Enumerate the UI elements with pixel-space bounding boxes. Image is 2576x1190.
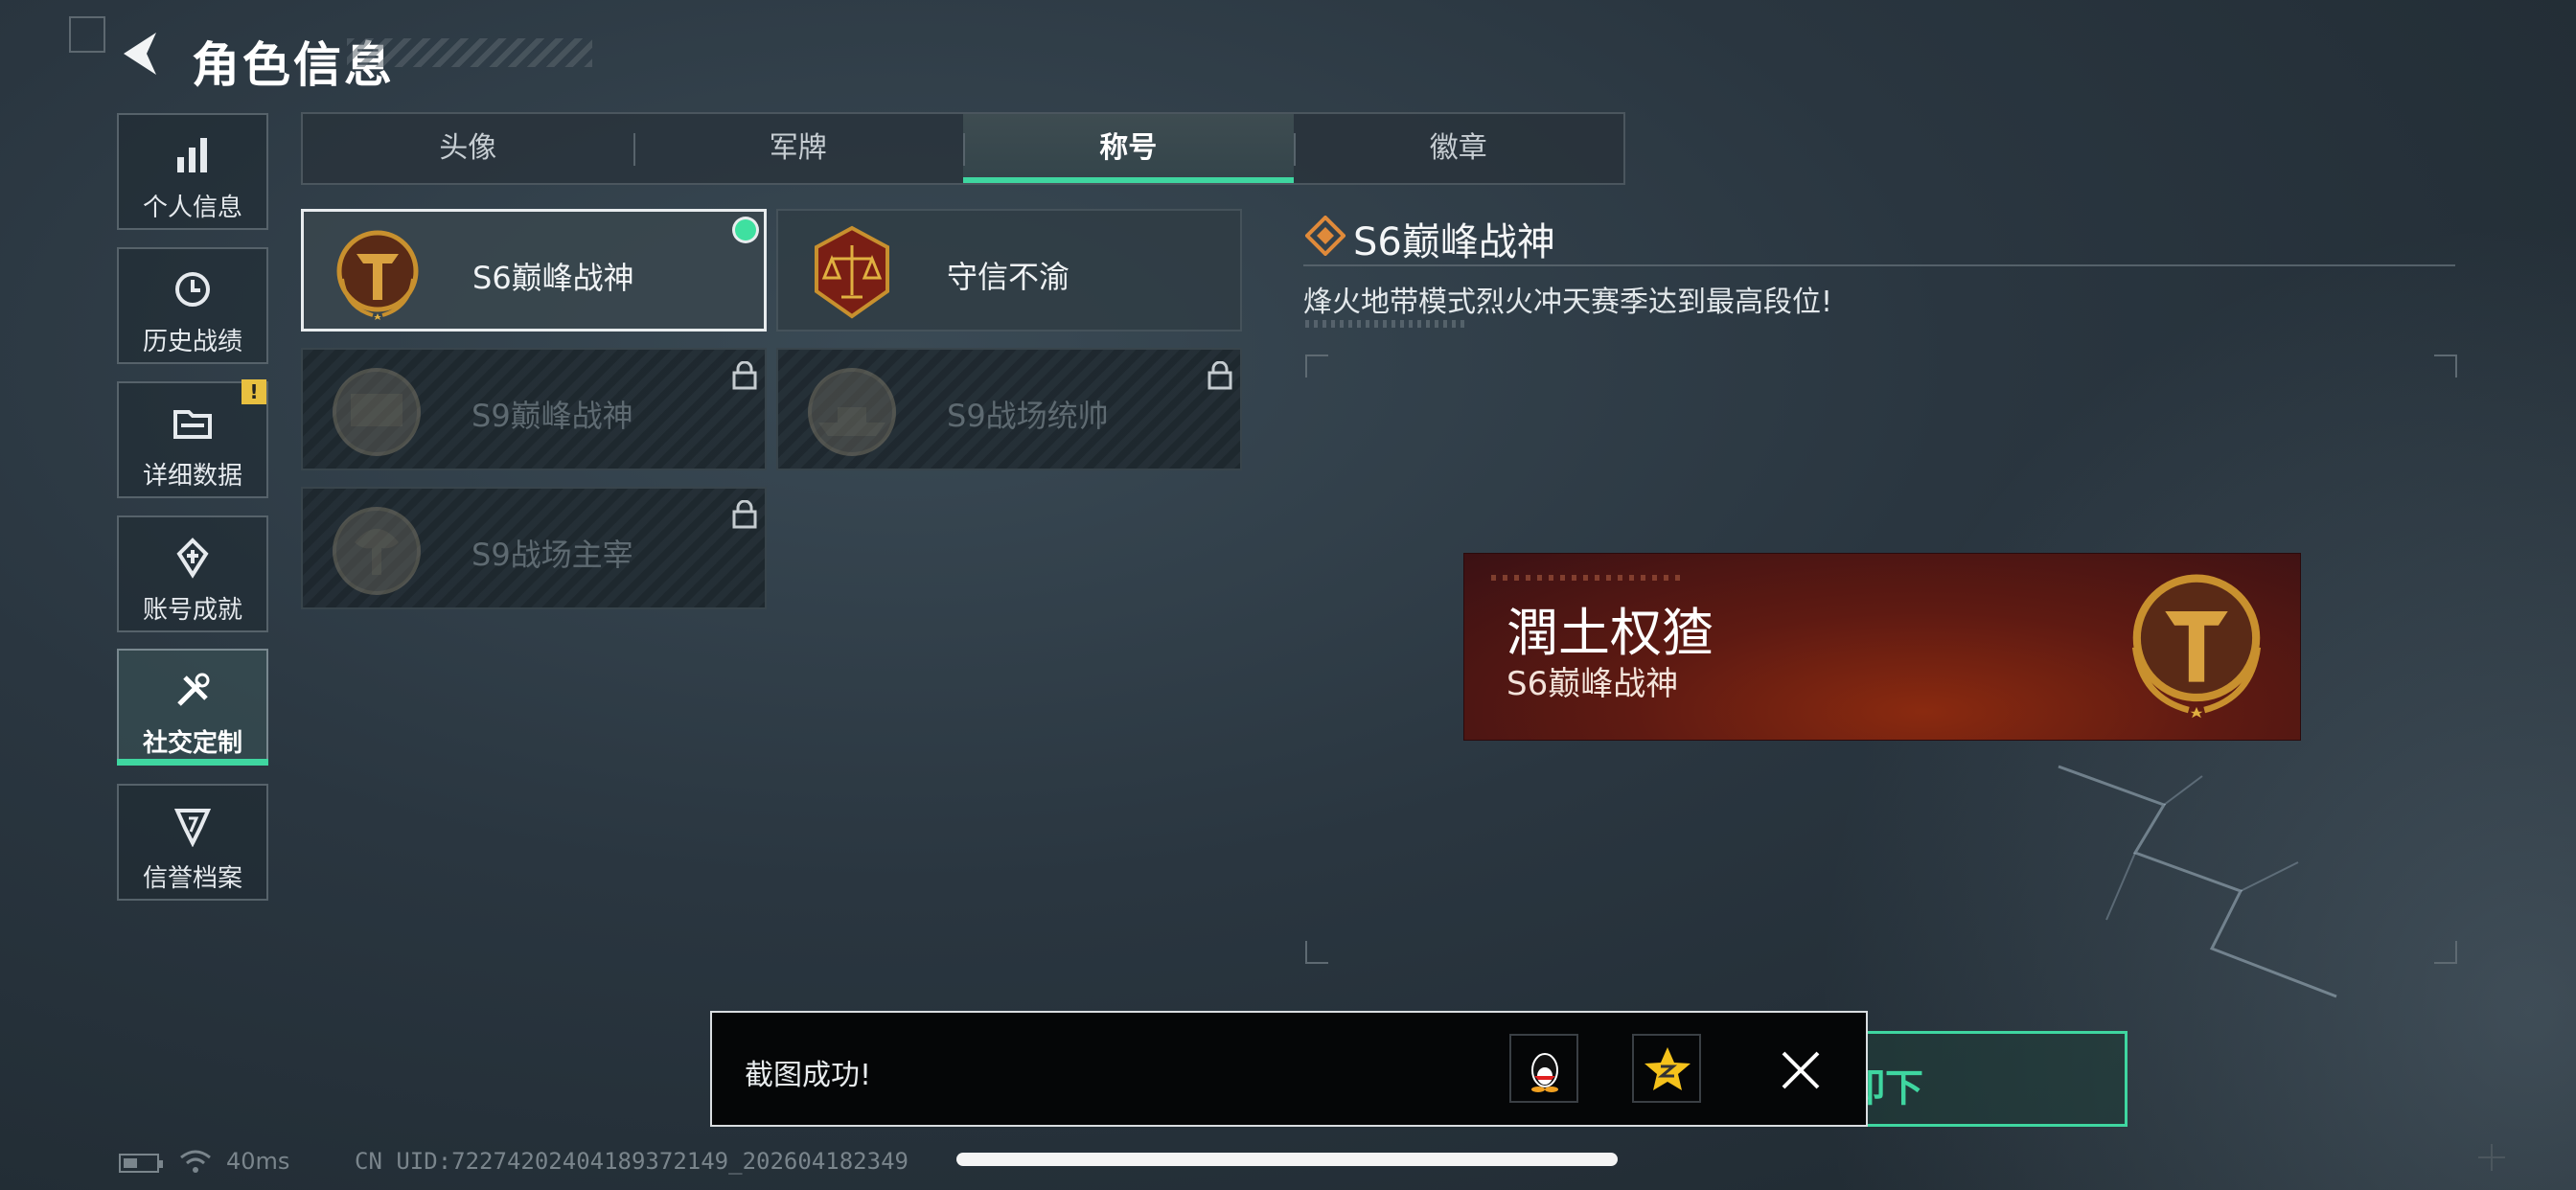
detail-decoration [1305, 320, 1468, 328]
qq-icon [1531, 1053, 1558, 1092]
tab-bar: 头像 军牌 称号 徽章 [301, 112, 1625, 185]
title-card[interactable]: S9战场主宰 [301, 487, 767, 609]
title-name: S9巅峰战神 [472, 398, 633, 434]
sidebar-item-label: 历史战绩 [142, 328, 242, 356]
sidebar-item-label: 账号成就 [142, 596, 242, 625]
sidebar-item-label: 个人信息 [142, 194, 242, 222]
sidebar-item-history[interactable]: 历史战绩 [117, 247, 268, 364]
back-arrow-icon[interactable] [118, 29, 164, 79]
battery-icon [119, 1154, 163, 1173]
lock-icon [1208, 361, 1232, 390]
lock-icon [732, 500, 757, 529]
mushroom-cloud-emblem [333, 507, 421, 595]
title-card[interactable]: S9巅峰战神 [301, 348, 767, 470]
screenshot-toast: 截图成功! [710, 1011, 1868, 1127]
diamond-icon [1305, 216, 1346, 256]
wifi-icon [180, 1150, 211, 1173]
folder-icon [173, 410, 212, 439]
plate-decoration [1491, 575, 1683, 581]
notification-badge: ! [242, 379, 266, 404]
close-icon[interactable] [1780, 1049, 1822, 1091]
title-decoration [347, 38, 592, 67]
title-card[interactable]: S6巅峰战神 [301, 209, 767, 332]
sidebar-item-credit[interactable]: 信誉档案 [117, 784, 268, 901]
title-card[interactable]: 守信不渝 [776, 209, 1242, 332]
sidebar-item-achievements[interactable]: 账号成就 [117, 515, 268, 632]
qzone-icon [1644, 1047, 1690, 1090]
plus-icon [2478, 1144, 2505, 1171]
equipped-indicator [735, 219, 756, 240]
fortress-emblem [333, 368, 421, 456]
preview-title: S6巅峰战神 [1506, 665, 1679, 703]
title-name: S9战场统帅 [947, 398, 1109, 434]
divider [1303, 264, 2455, 266]
tab-avatar[interactable]: 头像 [303, 114, 633, 183]
title-preview-plate: 潤土权猹 S6巅峰战神 [1463, 553, 2301, 741]
share-qq-button[interactable] [1509, 1034, 1578, 1103]
tab-title[interactable]: 称号 [963, 114, 1294, 183]
lock-icon [732, 361, 757, 390]
s6-gold-emblem [2131, 574, 2262, 719]
preview-player-name: 潤土权猹 [1506, 603, 1714, 663]
achievement-icon [176, 538, 209, 579]
corner-marker [69, 16, 105, 53]
shield-icon [173, 809, 212, 847]
detail-title: S6巅峰战神 [1353, 220, 1555, 264]
bar-chart-icon [177, 138, 207, 172]
sidebar-item-label: 详细数据 [142, 462, 242, 491]
tab-badge[interactable]: 徽章 [1293, 114, 1624, 183]
user-uid: CN UID:7227420240418937214​9_20260418234… [355, 1148, 908, 1175]
battleship-emblem [808, 368, 896, 456]
tools-icon [177, 673, 210, 706]
sidebar-item-social-custom[interactable]: 社交定制 [117, 649, 268, 766]
tab-dogtag[interactable]: 军牌 [632, 114, 964, 183]
history-icon [175, 272, 210, 307]
ping-value: 40ms [226, 1148, 290, 1175]
title-card[interactable]: S9战场统帅 [776, 348, 1242, 470]
toast-message: 截图成功! [745, 1059, 872, 1092]
share-qzone-button[interactable] [1632, 1034, 1701, 1103]
sidebar-item-profile[interactable]: 个人信息 [117, 113, 268, 230]
s6-gold-emblem [336, 230, 419, 320]
detail-description: 烽火地带模式烈火冲天赛季达到最高段位! [1303, 286, 1833, 319]
scales-emblem [815, 225, 889, 319]
sidebar-item-label: 信誉档案 [142, 864, 242, 893]
home-indicator[interactable] [956, 1153, 1618, 1166]
sidebar-item-label: 社交定制 [142, 729, 242, 758]
title-name: S9战场主宰 [472, 537, 633, 573]
title-name: 守信不渝 [947, 259, 1070, 295]
title-name: S6巅峰战神 [472, 260, 634, 296]
